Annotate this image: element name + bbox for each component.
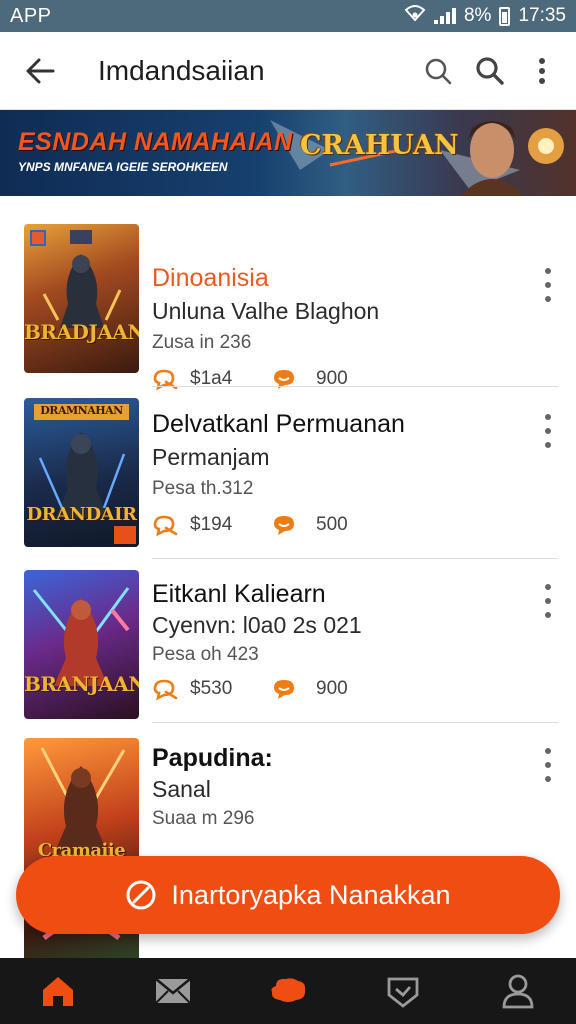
cover-title: BRADJAAN (24, 320, 139, 344)
list-item[interactable]: BRADJAAN Dinoanisia Unluna Valhe Blaghon… (0, 224, 576, 396)
game-count: 900 (316, 678, 348, 699)
game-subtitle: Permanjam (152, 444, 270, 470)
game-title: Papudina: (152, 744, 273, 772)
price-stat: $194 (152, 514, 232, 536)
tag-icon (153, 515, 178, 536)
search-icon (476, 56, 504, 85)
nav-mail[interactable] (143, 961, 203, 1021)
nav-home[interactable] (28, 961, 88, 1021)
shield-icon (387, 977, 419, 1008)
more-vertical-icon (539, 57, 545, 84)
game-cover-image: BRADJAAN (24, 224, 139, 373)
chat-bubble-icon (274, 516, 294, 535)
banner-subtitle: YNPS MNFANEA IGEIE SEROHKEEN (18, 160, 228, 174)
page-title: Imdandsaiian (98, 54, 265, 86)
price-stat: $530 (152, 678, 232, 700)
chat-bubble-icon (274, 680, 294, 699)
item-more-button[interactable] (538, 414, 558, 448)
home-icon (42, 977, 73, 1006)
nav-chat[interactable] (258, 961, 318, 1021)
primary-action-label: Inartoryapka Nanakkan (171, 879, 451, 910)
search-icon (425, 58, 452, 84)
game-title: Eitkanl Kaliearn (152, 580, 326, 608)
status-indicators: 8% 17:35 (404, 4, 566, 28)
divider (152, 722, 558, 723)
list-item[interactable]: BRANJAAN Eitkanl Kaliearn Cyenvn: l0a0 2… (0, 570, 576, 742)
status-app-label: APP (10, 4, 52, 27)
primary-action-button[interactable]: Inartoryapka Nanakkan (16, 856, 560, 934)
app-bar: Imdandsaiian (0, 32, 576, 110)
cover-artwork (30, 230, 122, 328)
game-subtitle: Sanal (152, 776, 211, 802)
bottom-navigation (0, 958, 576, 1024)
cover-artwork (32, 587, 130, 686)
game-meta: Zusa in 236 (152, 332, 252, 353)
list-item[interactable]: DRAMNAHAN DRANDAIR Delvatkanl Permuanan … (0, 398, 576, 570)
overflow-menu-button[interactable] (522, 51, 562, 91)
game-price: $194 (190, 514, 233, 535)
no-entry-icon (126, 880, 156, 910)
battery-level: 8% (463, 5, 492, 26)
hero-character-image (460, 121, 524, 196)
game-title: Delvatkanl Permuanan (152, 410, 405, 438)
game-title: Dinoanisia (152, 264, 269, 292)
game-cover-image: DRAMNAHAN DRANDAIR (24, 398, 139, 547)
search-button-2[interactable] (470, 51, 510, 91)
count-stat: 900 (272, 678, 348, 700)
item-more-button[interactable] (538, 584, 558, 618)
status-time: 17:35 (518, 5, 566, 26)
status-bar: APP 8% 17:35 (0, 0, 576, 32)
divider (152, 558, 558, 559)
tag-icon (153, 679, 178, 700)
divider (152, 386, 558, 387)
nav-profile[interactable] (488, 961, 548, 1021)
game-meta: Pesa th.312 (152, 478, 254, 499)
game-cover-image: BRANJAAN (24, 570, 139, 719)
game-subtitle: Unluna Valhe Blaghon (152, 298, 380, 324)
arrow-left-icon (26, 58, 55, 83)
cover-title: DRANDAIR (26, 504, 137, 525)
app-screen: APP 8% 17:35 Imdandsaiian ESNDAH NAMAHAI… (0, 0, 576, 1024)
back-button[interactable] (20, 51, 60, 91)
promo-banner[interactable]: ESNDAH NAMAHAIAN YNPS MNFANEA IGEIE SERO… (0, 110, 576, 196)
signal-icon (433, 8, 456, 24)
game-count: 500 (316, 514, 348, 535)
item-more-button[interactable] (538, 268, 558, 302)
count-stat: 500 (272, 514, 348, 536)
banner-logo: CRAHUAN (300, 122, 459, 184)
game-subtitle: Cyenvn: l0a0 2s 021 (152, 612, 362, 638)
profile-icon (502, 974, 534, 1009)
item-more-button[interactable] (538, 748, 558, 782)
mail-icon (154, 978, 191, 1004)
chat-icon (271, 978, 306, 1002)
search-button[interactable] (418, 51, 458, 91)
cover-title: BRANJAAN (24, 672, 139, 696)
game-meta: Pesa oh 423 (152, 644, 259, 665)
nav-badge[interactable] (373, 961, 433, 1021)
wifi-icon (404, 4, 426, 28)
banner-logo-text: CRAHUAN (300, 130, 459, 161)
cover-banner-text: DRAMNAHAN (40, 404, 123, 417)
banner-title: ESNDAH NAMAHAIAN (18, 128, 293, 156)
battery-icon (499, 6, 511, 26)
game-price: $530 (190, 678, 233, 699)
game-meta: Suaa m 296 (152, 808, 255, 829)
